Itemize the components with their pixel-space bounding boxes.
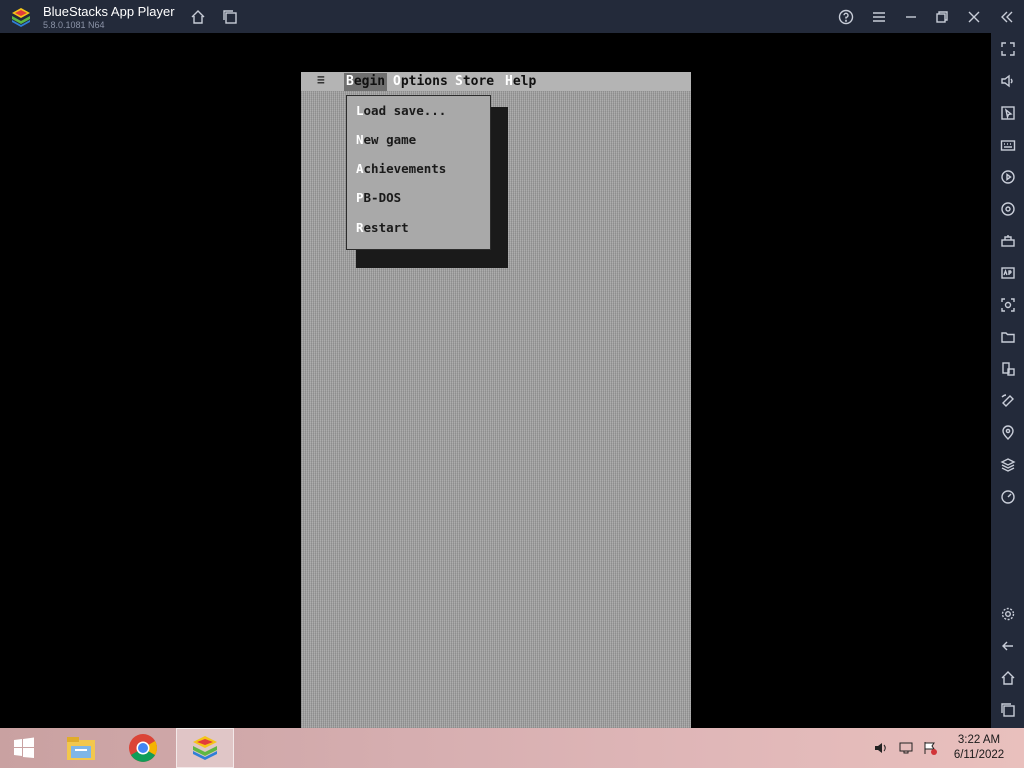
rotate-icon[interactable] [998,391,1018,411]
dropdown-item-hotkey: A [356,161,364,176]
hamburger-icon[interactable]: ≡ [317,73,325,88]
apk-install-icon[interactable] [998,263,1018,283]
help-icon[interactable] [836,7,856,27]
location-icon[interactable] [998,423,1018,443]
fullscreen-icon[interactable] [998,39,1018,59]
menu-store-hotkey: S [455,74,463,89]
close-icon[interactable] [964,7,984,27]
collapse-sidebar-icon[interactable] [997,7,1017,27]
volume-icon[interactable] [873,740,889,756]
action-center-icon[interactable] [922,740,938,756]
system-clock[interactable]: 3:22 AM 6/11/2022 [946,733,1012,763]
title-bar: BlueStacks App Player 5.8.0.1081 N64 [0,0,1024,33]
windows-taskbar: 3:22 AM 6/11/2022 [0,728,1024,768]
menu-help-hotkey: H [505,74,513,89]
menu-options-label: ptions [400,74,448,89]
network-icon[interactable] [898,740,914,756]
menu-begin-hotkey: B [346,74,354,89]
dropdown-item-load-save[interactable]: Load save... [356,102,446,120]
dropdown-item-label: B-DOS [363,190,402,205]
menu-store-label: tore [462,74,495,89]
dropdown-item-hotkey: N [356,132,364,147]
dropdown-item-new-game[interactable]: New game [356,131,416,149]
settings-icon[interactable] [998,604,1018,624]
clock-date: 6/11/2022 [953,749,1005,761]
menu-help-label: elp [512,74,537,89]
menu-options[interactable]: Options [391,73,450,91]
dropdown-item-pb-dos[interactable]: PB-DOS [356,189,401,207]
keyboard-icon[interactable] [998,135,1018,155]
folder-icon[interactable] [998,327,1018,347]
begin-dropdown-menu: Load save... New game Achievements PB-DO… [346,95,491,250]
multi-instance-icon[interactable] [998,359,1018,379]
right-sidebar [991,33,1024,728]
multi-instance-icon[interactable] [220,7,240,27]
volume-icon[interactable] [998,71,1018,91]
windows-start-icon[interactable] [0,728,48,768]
back-icon[interactable] [998,636,1018,656]
dropdown-item-label: estart [363,220,409,235]
macro-recorder-icon[interactable] [998,167,1018,187]
eco-mode-icon[interactable] [998,487,1018,507]
screenshot-icon[interactable] [998,295,1018,315]
home-icon[interactable] [188,7,208,27]
app-version: 5.8.0.1081 N64 [43,20,105,30]
menu-options-hotkey: O [393,74,401,89]
cursor-lock-icon[interactable] [998,103,1018,123]
dropdown-item-hotkey: R [356,220,364,235]
dropdown-item-restart[interactable]: Restart [356,219,409,237]
bluestacks-icon[interactable] [176,728,234,768]
bluestacks-logo-icon [10,6,32,28]
file-explorer-icon[interactable] [56,728,106,768]
game-menu-bar: ≡ Begin Options Store Help [301,72,691,91]
chrome-icon[interactable] [116,728,170,768]
home-icon[interactable] [998,668,1018,688]
game-screen[interactable]: ≡ Begin Options Store Help Load save... … [301,72,691,728]
dropdown-item-achievements[interactable]: Achievements [356,160,446,178]
app-title: BlueStacks App Player [43,4,175,19]
menu-help[interactable]: Help [503,73,538,91]
menu-begin[interactable]: Begin [344,73,388,91]
clock-time: 3:22 AM [957,734,1001,746]
dropdown-item-hotkey: L [356,103,364,118]
game-controls-icon[interactable] [998,231,1018,251]
dropdown-item-label: chievements [363,161,447,176]
dropdown-item-hotkey: P [356,190,364,205]
dropdown-item-label: oad save... [363,103,447,118]
restore-icon[interactable] [932,7,952,27]
layers-icon[interactable] [998,455,1018,475]
menu-begin-label: egin [353,74,386,89]
operation-sync-icon[interactable] [998,199,1018,219]
recent-apps-icon[interactable] [998,700,1018,720]
menu-store[interactable]: Store [453,73,496,91]
menu-icon[interactable] [869,7,889,27]
dropdown-item-label: ew game [363,132,417,147]
minimize-icon[interactable] [901,7,921,27]
